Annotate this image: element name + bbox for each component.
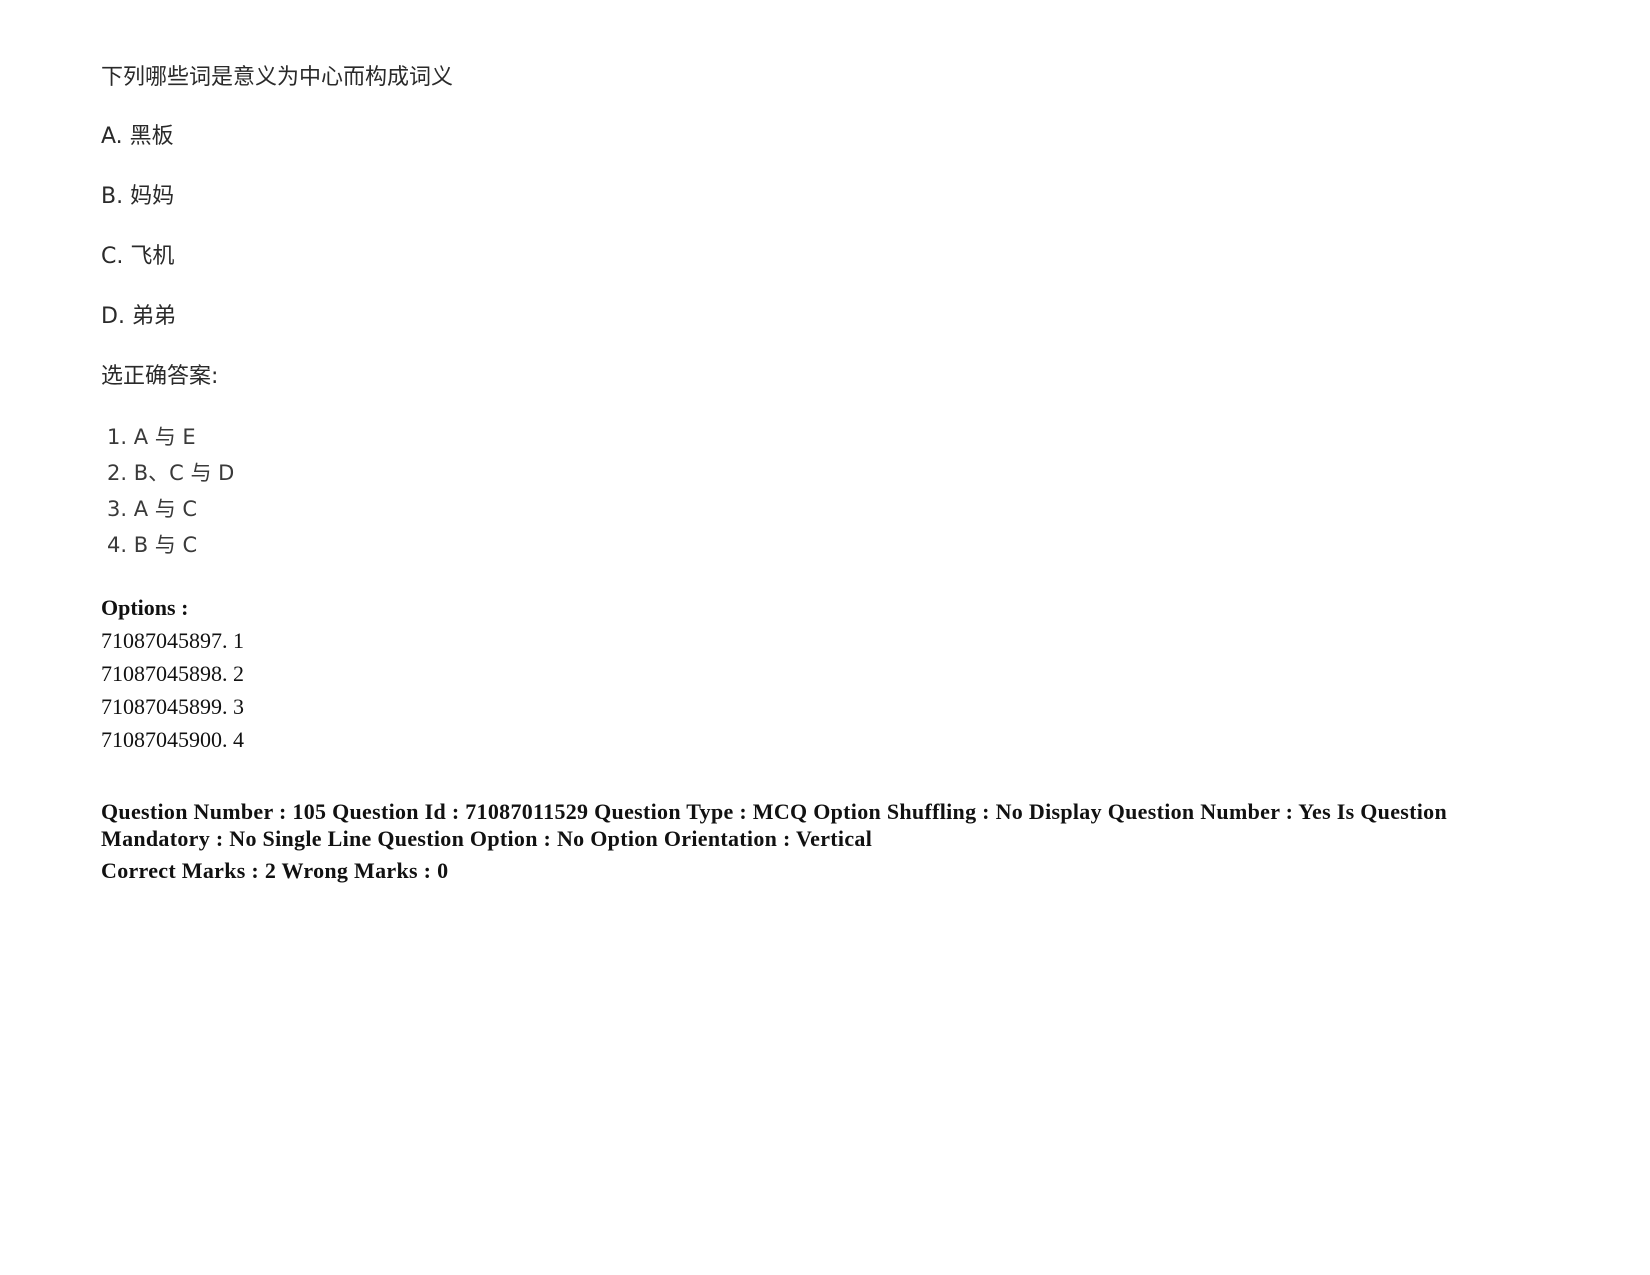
answer-choice-1: 1. A 与 E [107, 425, 196, 449]
answer-choice-3: 3. A 与 C [107, 497, 198, 521]
question-item-b: B. 妈妈 [101, 184, 175, 209]
options-heading: Options : [101, 595, 189, 620]
question-item-d: D. 弟弟 [101, 304, 176, 329]
option-id-3: 71087045899. 3 [101, 694, 244, 719]
option-id-4: 71087045900. 4 [101, 727, 244, 752]
option-id-2: 71087045898. 2 [101, 661, 244, 686]
answer-choice-2: 2. B、C 与 D [107, 461, 235, 485]
question-item-a: A. 黑板 [101, 124, 174, 149]
question-text: 下列哪些词是意义为中心而构成词义 [101, 65, 454, 90]
answer-prompt: 选正确答案: [101, 364, 219, 389]
option-id-1: 71087045897. 1 [101, 628, 244, 653]
question-metadata: Question Number : 105 Question Id : 7108… [101, 799, 1448, 851]
answer-choice-4: 4. B 与 C [107, 533, 198, 557]
question-item-c: C. 飞机 [101, 244, 175, 269]
question-marks: Correct Marks : 2 Wrong Marks : 0 [101, 858, 449, 883]
